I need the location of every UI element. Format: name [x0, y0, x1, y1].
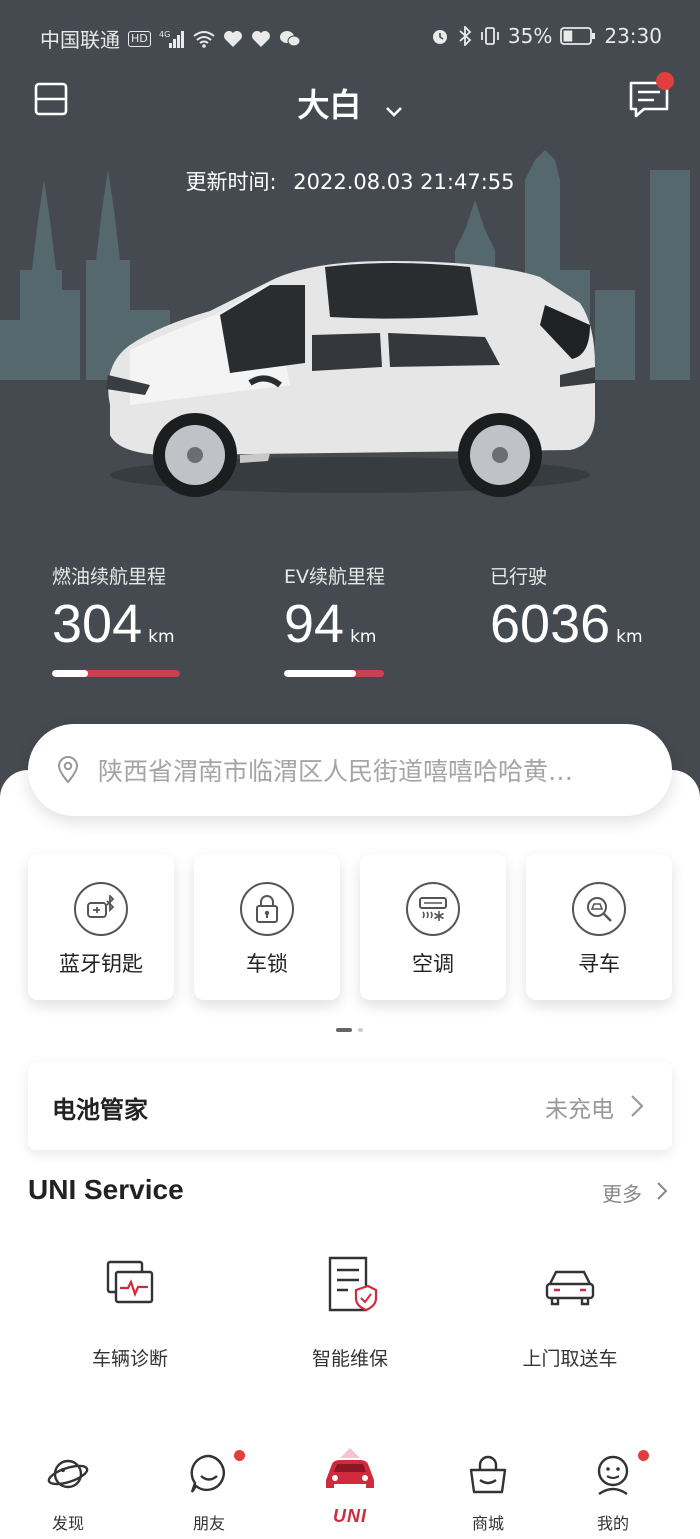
update-time: 2022.08.03 21:47:55: [293, 170, 515, 194]
health-heart-icon-2: [251, 30, 271, 48]
uni-service-more-link[interactable]: 更多: [602, 1178, 642, 1207]
battery-manager-card[interactable]: 电池管家 未充电: [28, 1062, 672, 1150]
top-bar: 大白: [0, 70, 700, 130]
tab-mall-label: 商城: [471, 1514, 504, 1533]
update-label: 更新时间:: [185, 170, 277, 194]
pickup-delivery-button[interactable]: 上门取送车: [470, 1254, 670, 1371]
car-selector[interactable]: 大白: [0, 80, 700, 126]
fuel-range-label: 燃油续航里程: [52, 566, 167, 588]
fuel-range-bar-fill: [52, 670, 88, 677]
carrier-name: 中国联通: [40, 28, 120, 52]
pager-dot: [358, 1028, 363, 1032]
location-bar[interactable]: 陕西省渭南市临渭区人民街道嘻嘻哈哈黄…: [28, 724, 672, 816]
uni-service-header: UNI Service 更多: [28, 1172, 672, 1212]
odometer-unit: km: [616, 627, 643, 647]
ev-range-bar-fill: [284, 670, 356, 677]
lock-icon: [240, 882, 294, 936]
air-conditioner-label: 空调: [412, 952, 454, 976]
tab-mall[interactable]: 商城: [438, 1452, 538, 1534]
ev-range-unit: km: [350, 627, 377, 647]
uni-service-title: UNI Service: [28, 1174, 184, 1205]
tab-discover-label: 发现: [51, 1514, 84, 1533]
maintenance-icon: [322, 1254, 378, 1314]
odometer-stat[interactable]: 已行驶 6036 km: [490, 562, 643, 655]
smart-maintenance-label: 智能维保: [311, 1348, 388, 1370]
bluetooth-key-label: 蓝牙钥匙: [59, 952, 143, 976]
chat-smile-icon: [187, 1450, 245, 1496]
battery-icon: [560, 27, 596, 45]
ev-range-label: EV续航里程: [284, 566, 386, 588]
air-conditioner-button[interactable]: 空调: [360, 854, 506, 1000]
mine-badge: [638, 1450, 649, 1461]
message-button[interactable]: [628, 72, 674, 120]
ev-range-bar: [284, 670, 384, 677]
fuel-range-stat[interactable]: 燃油续航里程 304 km: [52, 562, 175, 655]
fuel-range-unit: km: [148, 627, 175, 647]
quick-actions: 蓝牙钥匙 车锁 空调 寻车: [28, 854, 672, 1000]
tab-friends[interactable]: 朋友: [159, 1450, 259, 1534]
chevron-down-icon: [385, 88, 403, 126]
diagnosis-icon: [102, 1254, 158, 1314]
pager-dot-active: [336, 1028, 352, 1032]
ev-range-value: 94: [284, 594, 345, 654]
hero-section: 中国联通 HD 4G 35% 23:30 大白 更新时间: 2022.08.03…: [0, 0, 700, 800]
battery-manager-title: 电池管家: [52, 1096, 148, 1124]
uni-car-icon: [326, 1448, 374, 1496]
lock-label: 车锁: [246, 952, 288, 976]
find-car-button[interactable]: 寻车: [526, 854, 672, 1000]
hd-badge: HD: [128, 30, 151, 47]
alarm-icon: [430, 26, 450, 46]
odometer-label: 已行驶: [490, 566, 548, 588]
range-stats: 燃油续航里程 304 km EV续航里程 94 km 已行驶 6036 km: [0, 562, 700, 682]
planet-icon: [46, 1452, 90, 1496]
tab-discover[interactable]: 发现: [18, 1452, 118, 1534]
tab-uni[interactable]: UNI: [300, 1448, 400, 1527]
tab-friends-label: 朋友: [192, 1514, 225, 1533]
wifi-icon: [193, 30, 215, 48]
odometer-value: 6036: [490, 594, 611, 654]
chevron-right-icon: [656, 1181, 668, 1205]
status-bar: 中国联通 HD 4G 35% 23:30: [0, 0, 700, 70]
find-car-icon: [572, 882, 626, 936]
find-car-label: 寻车: [578, 952, 620, 976]
bluetooth-key-icon: [74, 882, 128, 936]
status-time: 23:30: [604, 24, 662, 48]
bluetooth-key-button[interactable]: 蓝牙钥匙: [28, 854, 174, 1000]
car-image: [106, 261, 595, 497]
ev-range-stat[interactable]: EV续航里程 94 km: [284, 562, 385, 655]
friends-badge: [234, 1450, 245, 1461]
vehicle-diagnosis-button[interactable]: 车辆诊断: [30, 1254, 230, 1371]
shopping-bag-icon: [466, 1452, 510, 1496]
location-pin-icon: [56, 756, 80, 788]
fuel-range-bar: [52, 670, 180, 677]
location-address: 陕西省渭南市临渭区人民街道嘻嘻哈哈黄…: [98, 757, 574, 786]
signal-icon: 4G: [159, 29, 185, 49]
wechat-icon: [279, 30, 301, 48]
vehicle-diagnosis-label: 车辆诊断: [91, 1348, 168, 1370]
network-type: 4G: [159, 30, 170, 39]
charging-status: 未充电: [545, 1097, 614, 1123]
bottom-tab-bar: 发现 朋友 UNI 商城 我的: [0, 1440, 700, 1539]
pickup-car-icon: [542, 1254, 598, 1314]
car-name: 大白: [297, 86, 362, 124]
smart-maintenance-button[interactable]: 智能维保: [250, 1254, 450, 1371]
update-time-row: 更新时间: 2022.08.03 21:47:55: [0, 166, 700, 196]
profile-icon: [591, 1450, 649, 1496]
chevron-right-icon: [630, 1094, 644, 1122]
pager-dots: [336, 1028, 363, 1032]
tab-mine-label: 我的: [596, 1514, 629, 1533]
pickup-delivery-label: 上门取送车: [522, 1348, 618, 1370]
vibrate-icon: [480, 26, 500, 46]
lock-button[interactable]: 车锁: [194, 854, 340, 1000]
tab-uni-label: UNI: [333, 1506, 367, 1526]
tab-mine[interactable]: 我的: [563, 1450, 663, 1534]
health-heart-icon: [223, 30, 243, 48]
bluetooth-icon: [458, 26, 472, 46]
unread-badge: [656, 72, 674, 90]
air-conditioner-icon: [406, 882, 460, 936]
fuel-range-value: 304: [52, 594, 143, 654]
battery-percent: 35%: [507, 24, 553, 48]
